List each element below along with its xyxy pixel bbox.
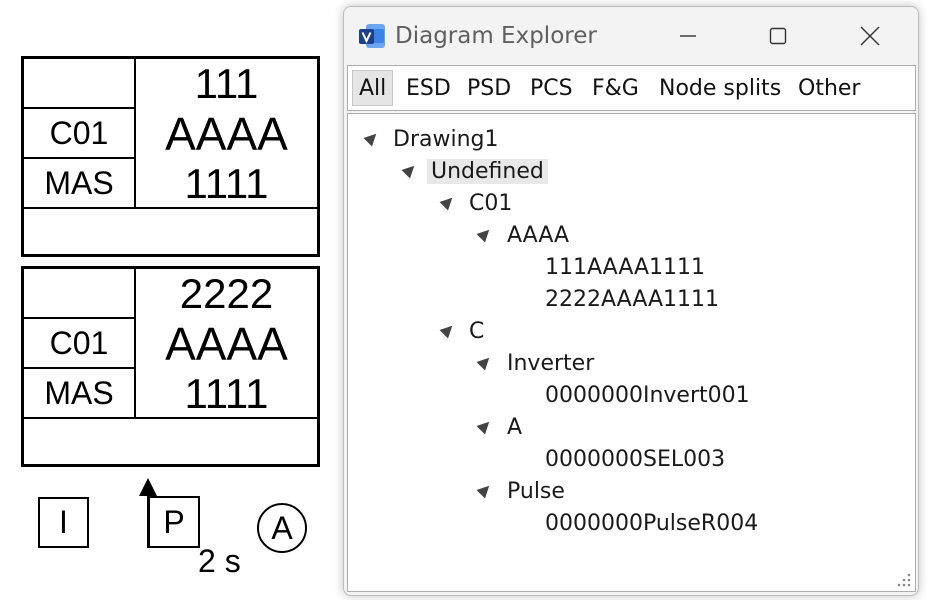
block2-left-cell-2: MAS [24, 369, 136, 419]
tree-view[interactable]: Drawing1 Undefined C01 AAAA 111AAAA1111 … [347, 113, 916, 592]
close-icon [860, 26, 880, 46]
expand-triangle-icon[interactable] [439, 193, 457, 211]
block2-left-cell-1: C01 [24, 319, 136, 369]
block2-right-cell-2: 1111 [184, 370, 269, 417]
tree-node-label: 0000000SEL003 [545, 446, 726, 472]
minimize-button[interactable] [668, 19, 708, 53]
expand-triangle-icon[interactable] [476, 353, 494, 371]
block2-right-cell-0: 2222 [179, 270, 274, 317]
arrow-up-icon [139, 478, 157, 496]
expand-triangle-icon[interactable] [439, 321, 457, 339]
block1-left-cell-1: C01 [24, 109, 136, 159]
block1-divider [24, 207, 317, 209]
drawing-block-2[interactable]: C01 MAS 2222 AAAA 1111 [21, 266, 320, 467]
expand-triangle-icon[interactable] [476, 225, 494, 243]
tree-node-label: 111AAAA1111 [545, 254, 706, 280]
tree-node-label: Inverter [507, 350, 595, 376]
title-bar[interactable]: Diagram Explorer [344, 7, 918, 65]
maximize-button[interactable] [758, 19, 798, 53]
block1-left-cell-2: MAS [24, 159, 136, 209]
tab-fg[interactable]: F&G [592, 70, 639, 106]
tree-node-label: C01 [469, 190, 513, 216]
tree-node-label: 0000000PulseR004 [545, 510, 759, 536]
timer-label: 2 s [198, 543, 241, 579]
tree-node-label: Undefined [427, 158, 548, 184]
pulse-symbol[interactable]: P [148, 496, 200, 548]
tree-node-label: C [469, 318, 485, 344]
tab-bar: All ESD PSD PCS F&G Node splits Other [347, 65, 916, 111]
tree-node-label: A [507, 414, 523, 440]
tree-node-label: 2222AAAA1111 [545, 286, 720, 312]
block2-divider [24, 417, 317, 419]
block1-right-cell-1: AAAA [165, 108, 288, 160]
close-button[interactable] [850, 19, 890, 53]
block2-right-cell-1: AAAA [165, 318, 288, 370]
visio-app-icon [359, 24, 385, 48]
tab-psd[interactable]: PSD [467, 70, 511, 106]
minimize-icon [680, 35, 696, 37]
resize-grip-icon[interactable] [892, 568, 912, 588]
tree-node-label: Drawing1 [393, 126, 499, 152]
input-symbol[interactable]: I [38, 497, 89, 548]
drawing-block-1[interactable]: C01 MAS 111 AAAA 1111 [21, 56, 320, 257]
block1-left-cell-0 [24, 59, 136, 109]
expand-triangle-icon[interactable] [363, 129, 381, 147]
block2-left-cell-0 [24, 269, 136, 319]
tab-node-splits[interactable]: Node splits [659, 70, 781, 106]
tab-other[interactable]: Other [798, 70, 860, 106]
tab-esd[interactable]: ESD [406, 70, 451, 106]
block1-right-cell-2: 1111 [184, 160, 269, 207]
expand-triangle-icon[interactable] [476, 481, 494, 499]
tree-node-label: AAAA [507, 222, 570, 248]
block1-right-cell-0: 111 [194, 60, 259, 107]
and-symbol[interactable]: A [257, 503, 307, 553]
tree-node-label: Pulse [507, 478, 565, 504]
window-title: Diagram Explorer [395, 23, 597, 49]
tab-all[interactable]: All [352, 70, 394, 106]
tree-node-label: 0000000Invert001 [545, 382, 750, 408]
expand-triangle-icon[interactable] [401, 161, 419, 179]
maximize-icon [769, 27, 787, 45]
tab-pcs[interactable]: PCS [530, 70, 573, 106]
diagram-explorer-window: Diagram Explorer All ESD PSD PCS F&G Nod… [343, 6, 919, 596]
expand-triangle-icon[interactable] [476, 417, 494, 435]
